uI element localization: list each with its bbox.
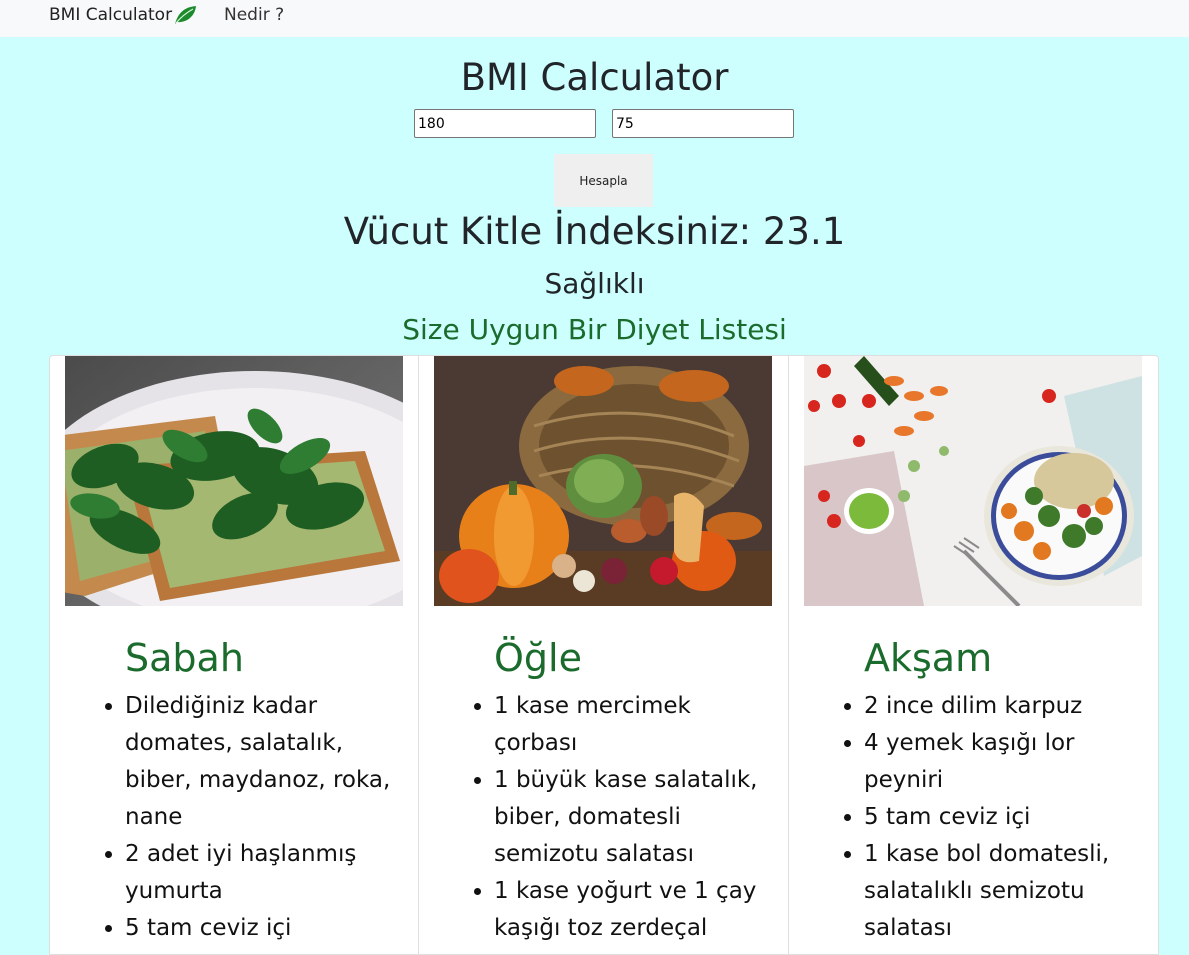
nav-link-nedir[interactable]: Nedir ? <box>224 5 284 25</box>
card-morning: Sabah Dilediğiniz kadar domates, salatal… <box>49 355 419 955</box>
bmi-result: Vücut Kitle İndeksiniz: 23.1 <box>343 210 846 253</box>
list-item: 5 tam ceviz içi <box>864 799 1134 836</box>
diet-list-title: Size Uygun Bir Diyet Listesi <box>402 313 787 346</box>
list-item: 5 tam ceviz içi <box>125 910 395 947</box>
list-item: 4 yemek kaşığı lor peyniri <box>864 725 1134 799</box>
card-evening: Akşam 2 ince dilim karpuz 4 yemek kaşığı… <box>789 355 1159 955</box>
noon-list: 1 kase mercimek çorbası 1 büyük kase sal… <box>494 688 764 947</box>
card-image-salad-bowl <box>804 356 1142 606</box>
navbar: BMI Calculator Nedir ? <box>0 0 1189 37</box>
evening-list: 2 ince dilim karpuz 4 yemek kaşığı lor p… <box>864 688 1134 947</box>
list-item: 2 adet iyi haşlanmış yumurta <box>125 836 395 910</box>
diet-cards: Sabah Dilediğiniz kadar domates, salatal… <box>49 355 1159 955</box>
list-item: 1 kase mercimek çorbası <box>494 688 764 762</box>
list-item: 2 ince dilim karpuz <box>864 688 1134 725</box>
card-title-morning: Sabah <box>125 636 244 680</box>
card-noon: Öğle 1 kase mercimek çorbası 1 büyük kas… <box>419 355 789 955</box>
calculate-button[interactable]: Hesapla <box>554 154 653 207</box>
leaf-icon <box>175 6 197 24</box>
weight-input[interactable] <box>612 109 794 138</box>
card-title-noon: Öğle <box>494 636 582 680</box>
list-item: 1 kase yoğurt ve 1 çay kaşığı toz zerdeç… <box>494 873 764 947</box>
list-item: Dilediğiniz kadar domates, salatalık, bi… <box>125 688 395 836</box>
list-item: 1 büyük kase salatalık, biber, domatesli… <box>494 762 764 873</box>
height-input[interactable] <box>414 109 596 138</box>
brand-link[interactable]: BMI Calculator <box>49 5 197 25</box>
page-title: BMI Calculator <box>460 56 729 99</box>
morning-list: Dilediğiniz kadar domates, salatalık, bi… <box>125 688 395 947</box>
bmi-status: Sağlıklı <box>544 267 645 300</box>
card-title-evening: Akşam <box>864 636 993 680</box>
brand-label: BMI Calculator <box>49 5 173 25</box>
list-item: 1 kase bol domatesli, salatalıklı semizo… <box>864 836 1134 947</box>
card-image-harvest-basket <box>434 356 772 606</box>
card-image-avocado-toast <box>65 356 403 606</box>
